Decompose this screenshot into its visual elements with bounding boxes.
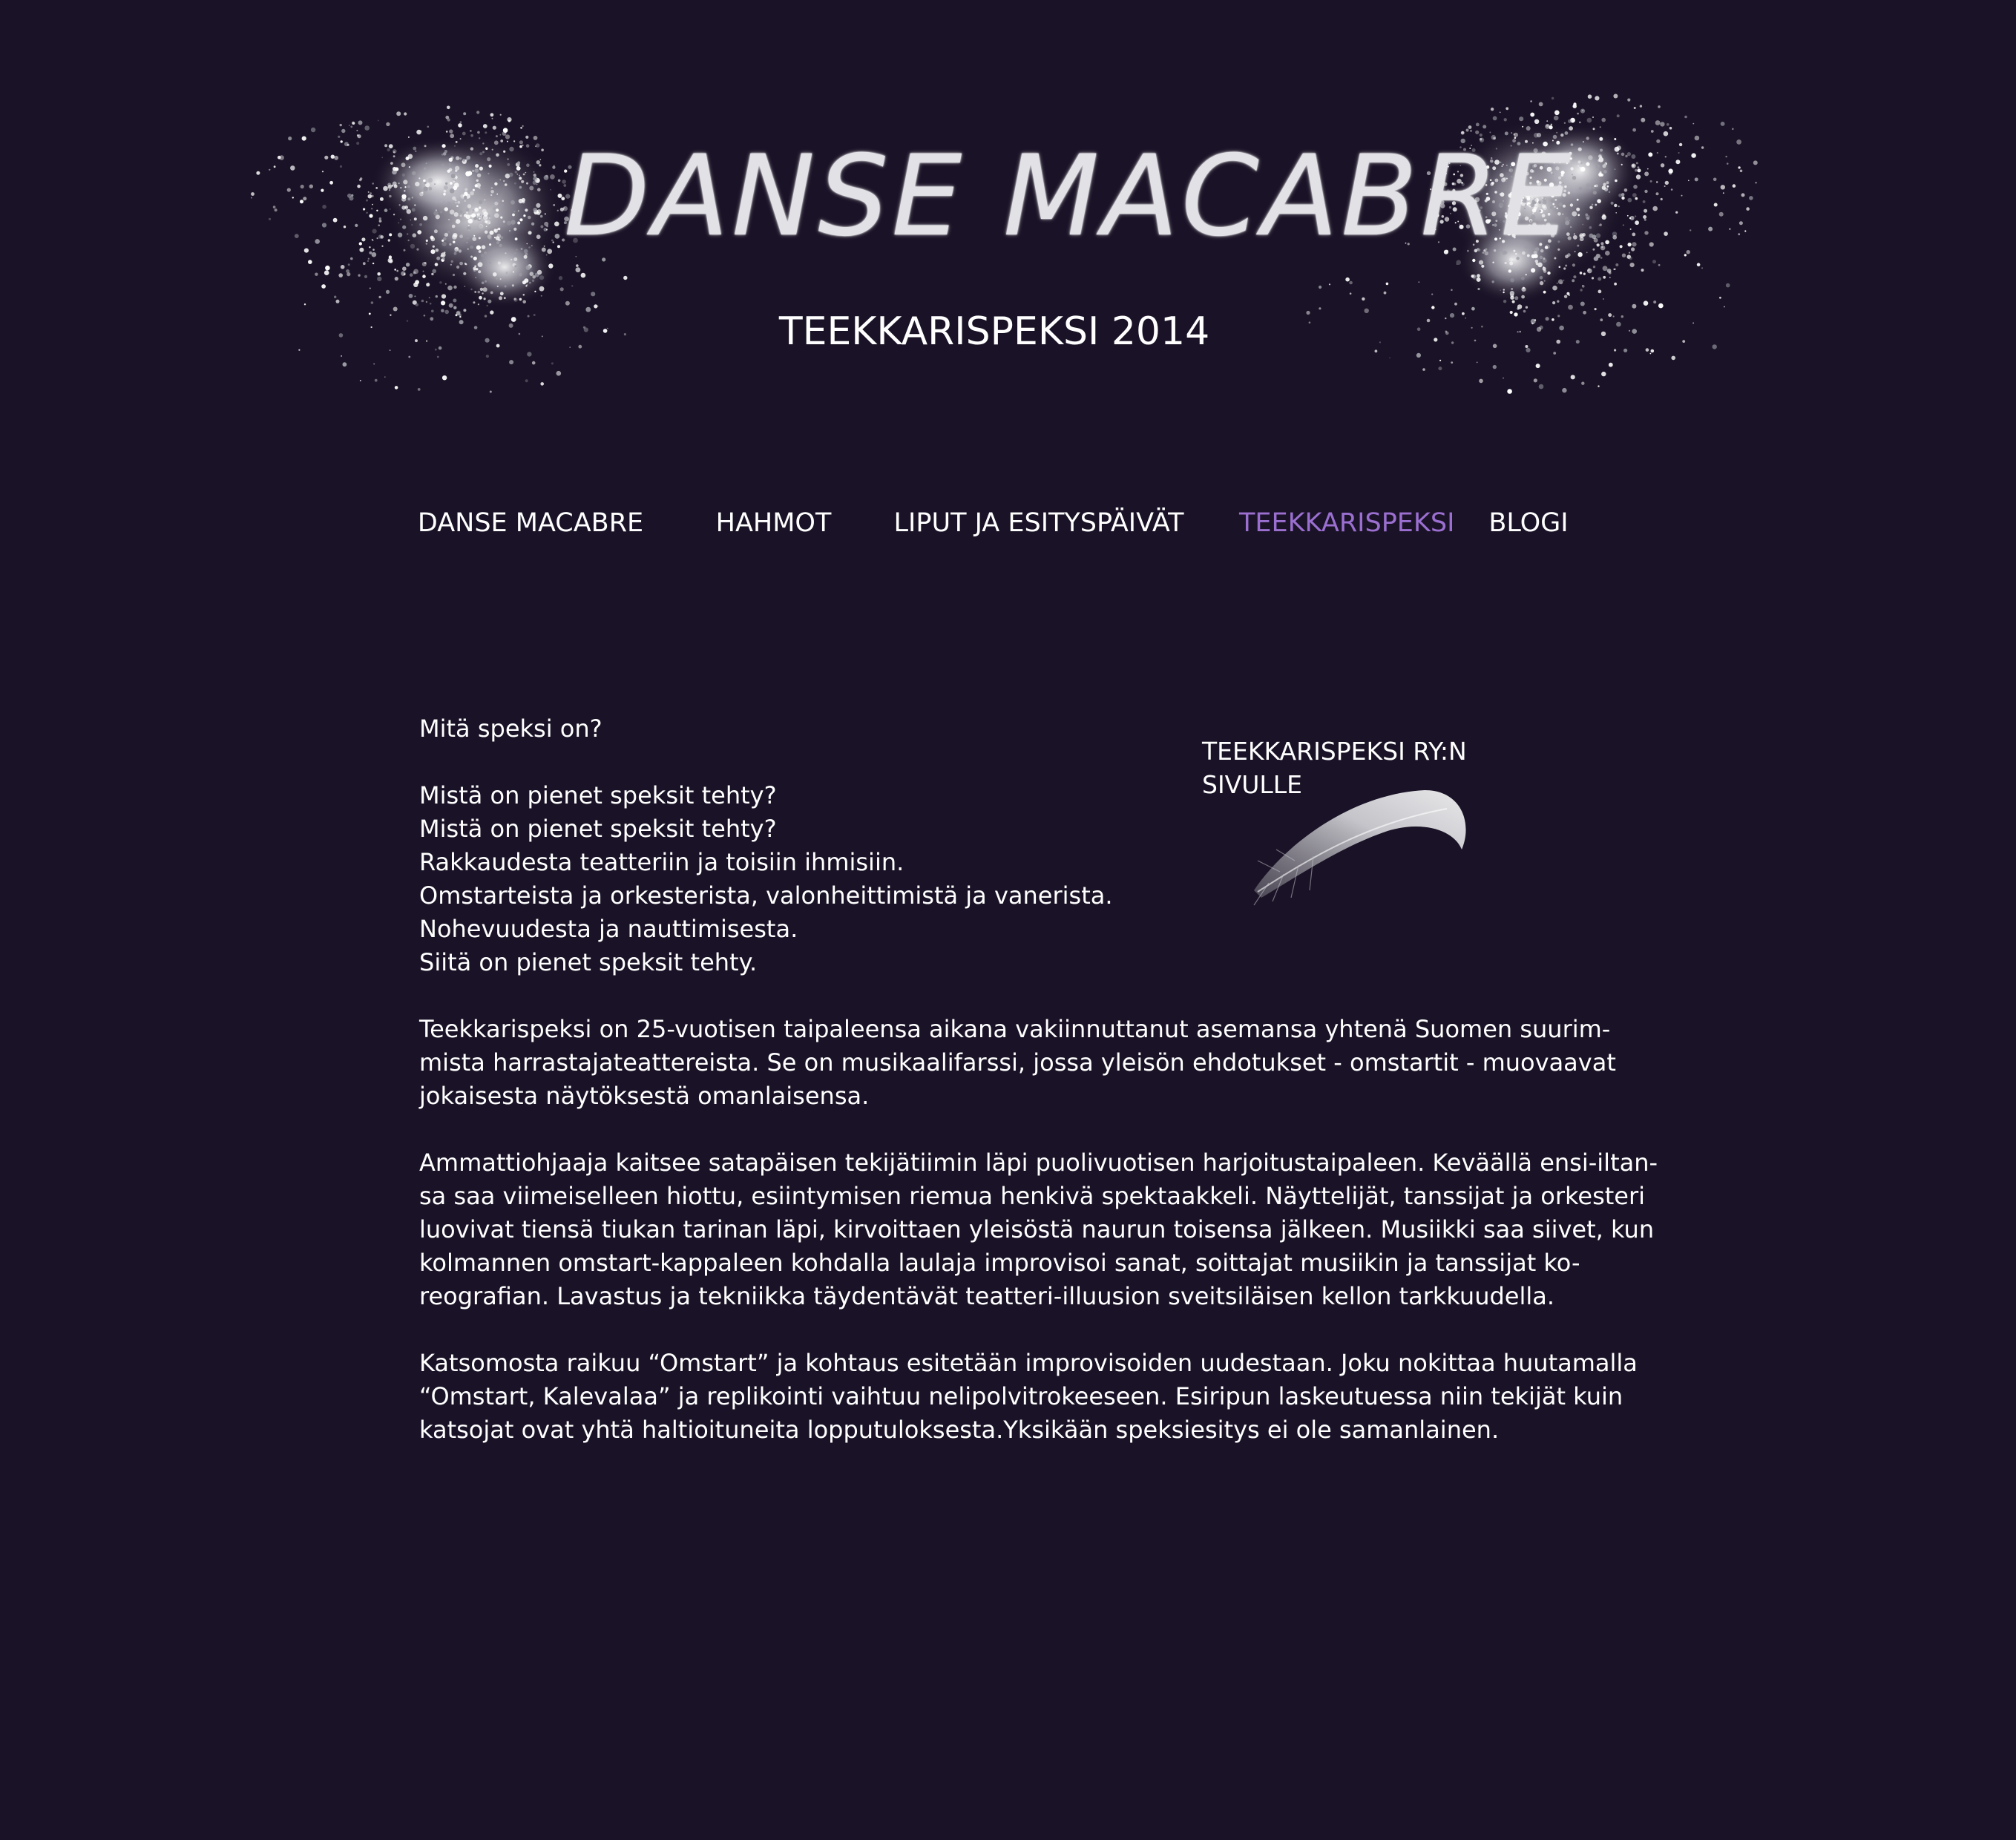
paragraph-intro: Teekkarispeksi on 25-vuotisen taipaleens… (419, 1013, 1616, 1113)
paragraph-omstart: Katsomosta raikuu “Omstart” ja kohtaus e… (419, 1347, 1638, 1447)
paragraph-line: sa saa viimeiselleen hiottu, esiintymise… (419, 1182, 1646, 1210)
nav-item-hahmot[interactable]: HAHMOT (705, 497, 842, 549)
paragraph-line: Teekkarispeksi on 25-vuotisen taipaleens… (419, 1015, 1611, 1043)
nav-item-danse-macabre[interactable]: DANSE MACABRE (412, 497, 649, 549)
main-nav: DANSE MACABRE HAHMOT LIPUT JA ESITYSPÄIV… (0, 497, 2016, 549)
paragraph-line: jokaisesta näytöksestä omanlaisensa. (419, 1082, 870, 1110)
teekkarispeksi-ry-link[interactable]: TEEKKARISPEKSI RY:N SIVULLE (1202, 735, 1499, 927)
paragraph-line: reografian. Lavastus ja tekniikka täyden… (419, 1282, 1555, 1310)
nav-item-blogi[interactable]: BLOGI (1477, 497, 1580, 549)
paragraph-line: Ammattiohjaaja kaitsee satapäisen tekijä… (419, 1149, 1658, 1177)
paragraph-production: Ammattiohjaaja kaitsee satapäisen tekijä… (419, 1146, 1658, 1313)
site-header: DANSE MACABRE TEEKKARISPEKSI 2014 (0, 0, 2016, 460)
paragraph-line: luovivat tiensä tiukan tarinan läpi, kir… (419, 1215, 1655, 1243)
poem-line: Siitä on pienet speksit tehty. (419, 948, 758, 976)
paragraph-line: katsojat ovat yhtä haltioituneita lopput… (419, 1416, 1500, 1444)
nav-item-liput-ja-esityspaivat[interactable]: LIPUT JA ESITYSPÄIVÄT (890, 497, 1187, 549)
paragraph-line: “Omstart, Kalevalaa” ja replikointi vaih… (419, 1382, 1623, 1410)
site-title: DANSE MACABRE (564, 132, 1575, 261)
paragraph-line: kolmannen omstart-kappaleen kohdalla lau… (419, 1249, 1580, 1277)
feather-icon (1253, 790, 1466, 906)
paragraph-line: mista harrastajateattereista. Se on musi… (419, 1048, 1616, 1077)
nav-item-teekkarispeksi[interactable]: TEEKKARISPEKSI (1239, 497, 1454, 549)
side-link-line1: TEEKKARISPEKSI RY:N (1202, 737, 1467, 766)
paragraph-line: Katsomosta raikuu “Omstart” ja kohtaus e… (419, 1349, 1638, 1377)
page: DANSE MACABRE TEEKKARISPEKSI 2014 DANSE … (0, 0, 2016, 1840)
site-subtitle: TEEKKARISPEKSI 2014 (778, 309, 1210, 354)
